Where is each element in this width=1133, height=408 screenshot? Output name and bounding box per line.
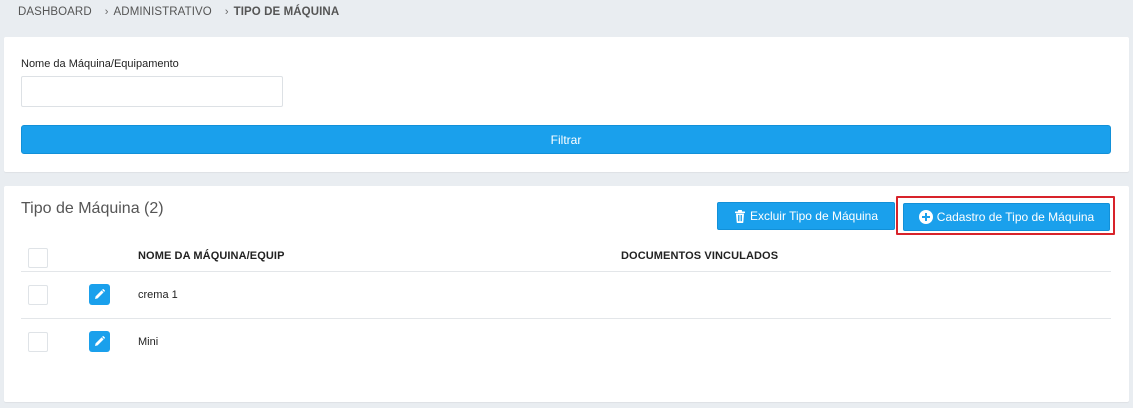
machine-type-list-panel: Tipo de Máquina (2) Excluir Tipo de Máqu… xyxy=(4,186,1129,402)
pencil-icon xyxy=(95,336,105,346)
filter-panel: Nome da Máquina/Equipamento Filtrar xyxy=(4,37,1129,172)
breadcrumb: DASHBOARD › ADMINISTRATIVO › TIPO DE MÁQ… xyxy=(18,5,339,19)
edit-button[interactable] xyxy=(89,284,110,305)
machine-name-label: Nome da Máquina/Equipamento xyxy=(21,58,179,70)
pencil-icon xyxy=(95,289,105,299)
chevron-right-icon: › xyxy=(224,6,229,18)
register-machine-type-button[interactable]: Cadastro de Tipo de Máquina xyxy=(903,203,1110,231)
breadcrumb-item-administrativo[interactable]: ADMINISTRATIVO xyxy=(114,6,212,18)
plus-circle-icon xyxy=(918,210,933,224)
machine-name-input[interactable] xyxy=(21,76,283,107)
row-checkbox[interactable] xyxy=(28,285,48,305)
delete-machine-type-button[interactable]: Excluir Tipo de Máquina xyxy=(717,202,895,230)
select-all-checkbox[interactable] xyxy=(28,248,48,268)
edit-button[interactable] xyxy=(89,331,110,352)
highlight-frame: Cadastro de Tipo de Máquina xyxy=(896,196,1115,235)
list-title: Tipo de Máquina (2) xyxy=(21,200,164,217)
chevron-right-icon: › xyxy=(104,6,109,18)
column-header-documents[interactable]: DOCUMENTOS VINCULADOS xyxy=(621,250,778,262)
column-header-name[interactable]: NOME DA MÁQUINA/EQUIP xyxy=(138,250,285,262)
table-row: crema 1 xyxy=(21,272,1111,319)
machine-name-cell: crema 1 xyxy=(138,289,178,301)
table-row: Mini xyxy=(21,319,1111,366)
breadcrumb-current: TIPO DE MÁQUINA xyxy=(233,6,340,18)
machine-type-table: NOME DA MÁQUINA/EQUIP DOCUMENTOS VINCULA… xyxy=(21,242,1111,366)
table-header: NOME DA MÁQUINA/EQUIP DOCUMENTOS VINCULA… xyxy=(21,242,1111,272)
machine-name-cell: Mini xyxy=(138,336,159,348)
filter-button[interactable]: Filtrar xyxy=(21,125,1111,154)
register-machine-type-label: Cadastro de Tipo de Máquina xyxy=(936,210,1095,224)
breadcrumb-item-dashboard[interactable]: DASHBOARD xyxy=(18,6,92,18)
trash-icon xyxy=(734,209,746,223)
delete-machine-type-label: Excluir Tipo de Máquina xyxy=(749,209,879,223)
row-checkbox[interactable] xyxy=(28,332,48,352)
